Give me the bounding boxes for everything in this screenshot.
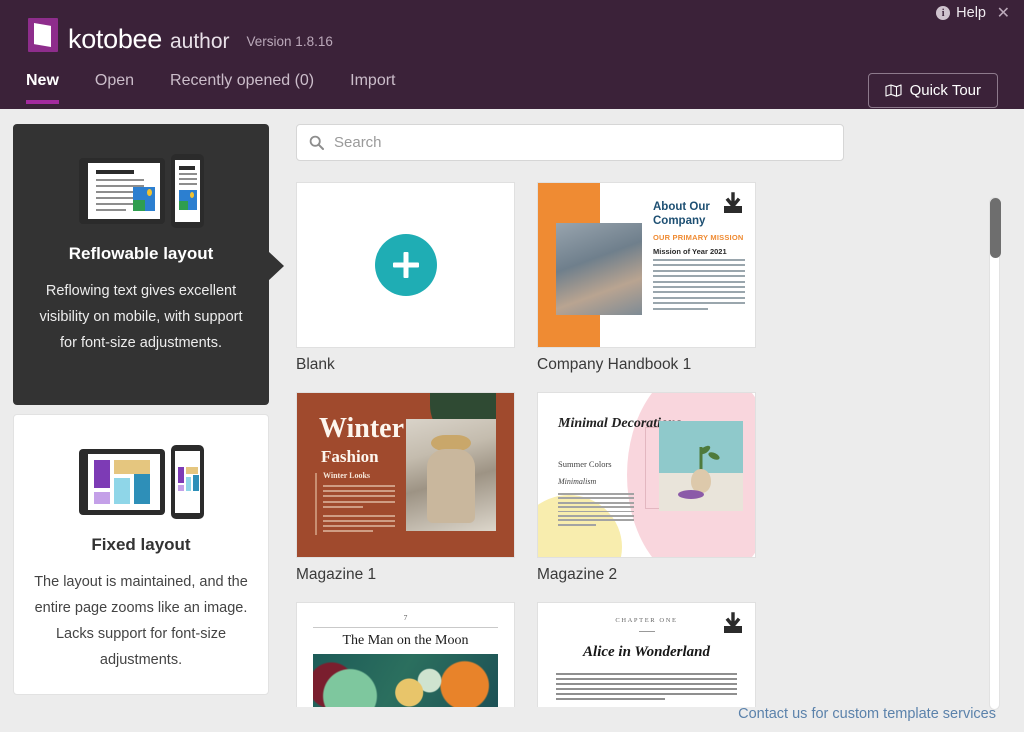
preview-photo [659,421,743,511]
template-card-blank[interactable]: Blank [296,182,515,374]
plus-icon [375,234,437,296]
quick-tour-button[interactable]: Quick Tour [868,73,998,108]
layout-selector: Reflowable layout Reflowing text gives e… [13,124,269,695]
template-scrollbar-track[interactable] [989,197,1000,710]
tab-open[interactable]: Open [95,62,134,104]
preview-subtitle: Fashion [321,447,379,467]
template-thumbnail[interactable]: About Our Company OUR PRIMARY MISSION Mi… [537,182,756,348]
template-thumbnail[interactable] [296,182,515,348]
help-label: Help [956,5,986,21]
template-scrollbar-thumb[interactable] [990,198,1001,258]
tab-bar: New Open Recently opened (0) Import Quic… [0,62,1024,109]
brand-subtitle: author [170,30,230,54]
template-label: Company Handbook 1 [537,356,756,374]
preview-text-lines [558,493,634,528]
layout-title: Reflowable layout [31,244,251,264]
main-content: Reflowable layout Reflowing text gives e… [0,109,1024,732]
preview-title: The Man on the Moon [313,633,498,649]
kotobee-logo-icon [28,18,58,52]
preview-title: Alice in Wonderland [556,644,737,661]
layout-option-reflowable[interactable]: Reflowable layout Reflowing text gives e… [13,124,269,405]
map-icon [885,84,902,97]
search-input[interactable] [334,134,831,151]
preview-photo [556,223,642,315]
help-button[interactable]: i Help [936,5,986,21]
contact-us-link[interactable]: Contact us for custom template services [738,706,996,722]
tab-recently-opened[interactable]: Recently opened (0) [170,62,314,104]
preview-background: Winter Fashion Winter Looks [297,393,514,557]
template-label: Blank [296,356,515,374]
search-icon [309,135,324,150]
template-card-magazine-2[interactable]: Minimal Decorations Summer Colors Minima… [537,392,756,584]
template-label: Magazine 2 [537,566,756,584]
template-card-novel-1[interactable]: 7 The Man on the Moon Novel 1 [296,602,515,707]
preview-background: Minimal Decorations Summer Colors Minima… [538,393,755,557]
layout-option-fixed[interactable]: Fixed layout The layout is maintained, a… [13,414,269,695]
preview-rule [639,631,655,632]
preview-rule [315,473,317,535]
search-bar[interactable] [296,124,844,161]
app-brand: kotobee author Version 1.8.16 [28,14,333,55]
brand-name: kotobee [68,24,162,55]
preview-chapter: CHAPTER ONE [556,617,737,624]
fixed-devices-icon [32,441,250,523]
preview-text-lines [653,259,745,313]
template-panel: Blank About Our Company OUR PRIMARY MISS… [283,124,1010,724]
preview-page: 7 The Man on the Moon [297,603,514,707]
layout-description: Reflowing text gives excellent visibilit… [31,278,251,356]
preview-text-lines [556,673,737,707]
preview-illustration [313,654,498,707]
preview-section: Minimalism [558,477,596,486]
preview-text-lines [323,485,395,536]
template-thumbnail[interactable]: Minimal Decorations Summer Colors Minima… [537,392,756,558]
layout-description: The layout is maintained, and the entire… [32,569,250,673]
download-icon[interactable] [719,190,747,218]
preview-section: Mission of Year 2021 [653,247,727,256]
layout-title: Fixed layout [32,535,250,555]
template-card-magazine-1[interactable]: Winter Fashion Winter Looks [296,392,515,584]
preview-section: Winter Looks [323,471,370,480]
preview-subheading: OUR PRIMARY MISSION [653,233,743,242]
info-icon: i [936,6,950,20]
tab-list: New Open Recently opened (0) Import [26,62,431,104]
version-label: Version 1.8.16 [247,34,333,49]
selected-arrow-icon [268,251,284,281]
template-grid-viewport: Blank About Our Company OUR PRIMARY MISS… [296,182,996,707]
reflowable-devices-icon [31,150,251,232]
preview-rule [313,627,498,628]
preview-subtitle: Summer Colors [558,459,612,469]
template-label: Magazine 1 [296,566,515,584]
template-thumbnail[interactable]: CHAPTER ONE Alice in Wonderland [537,602,756,707]
quick-tour-label: Quick Tour [910,82,981,99]
tab-import[interactable]: Import [350,62,395,104]
template-thumbnail[interactable]: 7 The Man on the Moon [296,602,515,707]
preview-photo [406,419,496,531]
preview-page-number: 7 [313,613,498,622]
tab-new[interactable]: New [26,62,59,104]
template-card-company-handbook-1[interactable]: About Our Company OUR PRIMARY MISSION Mi… [537,182,756,374]
template-card-novel-2[interactable]: CHAPTER ONE Alice in Wonderland [537,602,756,707]
title-bar: kotobee author Version 1.8.16 i Help ✕ [0,0,1024,62]
template-thumbnail[interactable]: Winter Fashion Winter Looks [296,392,515,558]
close-icon[interactable]: ✕ [993,4,1014,24]
preview-title: Winter [319,415,404,443]
download-icon[interactable] [719,610,747,638]
template-grid: Blank About Our Company OUR PRIMARY MISS… [296,182,996,707]
